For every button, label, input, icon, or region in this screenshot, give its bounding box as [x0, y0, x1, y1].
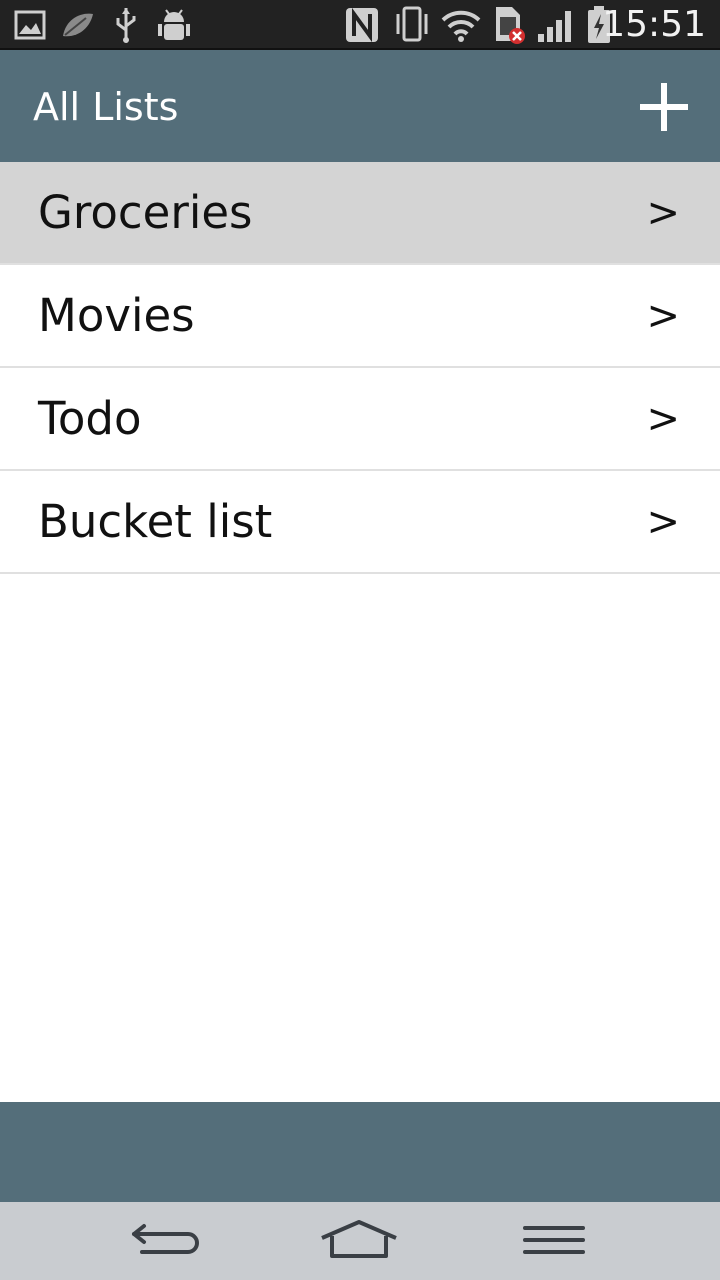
home-button[interactable]	[318, 1216, 400, 1266]
list-item-label: Todo	[38, 392, 142, 445]
status-bar: 15:51	[0, 0, 720, 50]
menu-icon	[523, 1226, 585, 1254]
list-item-label: Groceries	[38, 186, 253, 239]
plus-icon	[640, 83, 688, 131]
nfc-icon	[346, 7, 378, 43]
back-button[interactable]	[128, 1216, 204, 1266]
list-item-bucket-list[interactable]: Bucket list >	[0, 471, 720, 574]
chevron-right-icon: >	[646, 396, 680, 442]
back-icon	[132, 1224, 199, 1254]
page-title: All Lists	[33, 85, 179, 129]
list-item-label: Bucket list	[38, 495, 273, 548]
menu-button[interactable]	[522, 1216, 586, 1266]
gallery-icon	[14, 10, 46, 40]
list-item-todo[interactable]: Todo >	[0, 368, 720, 471]
sim-error-icon	[496, 7, 525, 44]
wifi-icon	[441, 10, 481, 42]
list-item-movies[interactable]: Movies >	[0, 265, 720, 368]
add-list-button[interactable]	[630, 75, 698, 139]
android-debug-icon	[158, 9, 190, 40]
lists-container: Groceries > Movies > Todo > Bucket list …	[0, 162, 720, 574]
usb-icon	[116, 8, 136, 43]
status-time: 15:51	[602, 4, 706, 45]
app-bar: All Lists	[0, 50, 720, 162]
signal-icon	[538, 11, 571, 42]
vibrate-icon	[396, 6, 428, 42]
chevron-right-icon: >	[646, 293, 680, 339]
chevron-right-icon: >	[646, 499, 680, 545]
list-item-label: Movies	[38, 289, 195, 342]
bottom-bar	[0, 1102, 720, 1202]
system-nav-bar	[0, 1202, 720, 1280]
chevron-right-icon: >	[646, 190, 680, 236]
list-item-groceries[interactable]: Groceries >	[0, 162, 720, 265]
leaf-icon	[63, 13, 93, 37]
home-icon	[321, 1220, 397, 1258]
